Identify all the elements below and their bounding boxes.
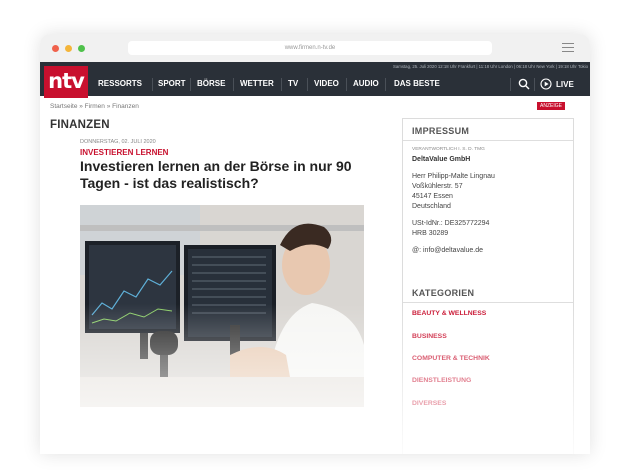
category-computer-technik[interactable]: COMPUTER & TECHNIK	[412, 355, 490, 362]
category-business[interactable]: BUSINESS	[412, 333, 447, 340]
divider	[403, 302, 573, 303]
article-headline[interactable]: Investieren lernen an der Börse in nur 9…	[80, 158, 380, 192]
live-play-icon[interactable]	[540, 78, 552, 90]
menu-icon[interactable]	[562, 43, 574, 52]
live-link[interactable]: LIVE	[556, 80, 574, 89]
address-country: Deutschland	[412, 203, 451, 210]
article-image[interactable]	[80, 205, 364, 407]
article-kicker[interactable]: INVESTIEREN LERNEN	[80, 148, 168, 157]
divider	[403, 140, 573, 141]
nav-separator	[534, 78, 535, 91]
contact-person: Herr Philipp-Malte Lingnau	[412, 173, 495, 180]
search-icon[interactable]	[518, 78, 530, 90]
vat-id: USt-IdNr.: DE325772294	[412, 220, 490, 227]
trader-at-monitors-image	[80, 205, 364, 407]
contact-email[interactable]: @: info@deltavalue.de	[412, 247, 483, 254]
company-name: DeltaValue GmbH	[412, 156, 471, 163]
category-beauty-wellness[interactable]: BEAUTY & WELLNESS	[412, 310, 486, 317]
page-title: FINANZEN	[50, 119, 110, 131]
address-city: 45147 Essen	[412, 193, 453, 200]
main-content: FINANZEN DONNERSTAG, 02. JULI 2020 INVES…	[40, 34, 398, 454]
category-diverses[interactable]: DIVERSES	[412, 400, 446, 407]
browser-window: www.firmen.n-tv.de ntv Samstag, 25. Juli…	[40, 34, 590, 454]
impressum-heading: IMPRESSUM	[412, 126, 470, 136]
nav-separator	[510, 78, 511, 91]
nav-das-beste[interactable]: DAS BESTE	[394, 80, 440, 88]
address-street: Voßkühlerstr. 57	[412, 183, 463, 190]
sidebar-impressum: IMPRESSUM VERANTWORTLICH I. S. D. TMG De…	[402, 118, 574, 454]
categories-heading: KATEGORIEN	[412, 288, 475, 298]
register-number: HRB 30289	[412, 230, 449, 237]
ad-badge: ANZEIGE	[537, 102, 565, 110]
category-dienstleistung[interactable]: DIENSTLEISTUNG	[412, 377, 471, 384]
article-date: DONNERSTAG, 02. JULI 2020	[80, 139, 156, 145]
responsible-label: VERANTWORTLICH I. S. D. TMG	[412, 147, 485, 152]
